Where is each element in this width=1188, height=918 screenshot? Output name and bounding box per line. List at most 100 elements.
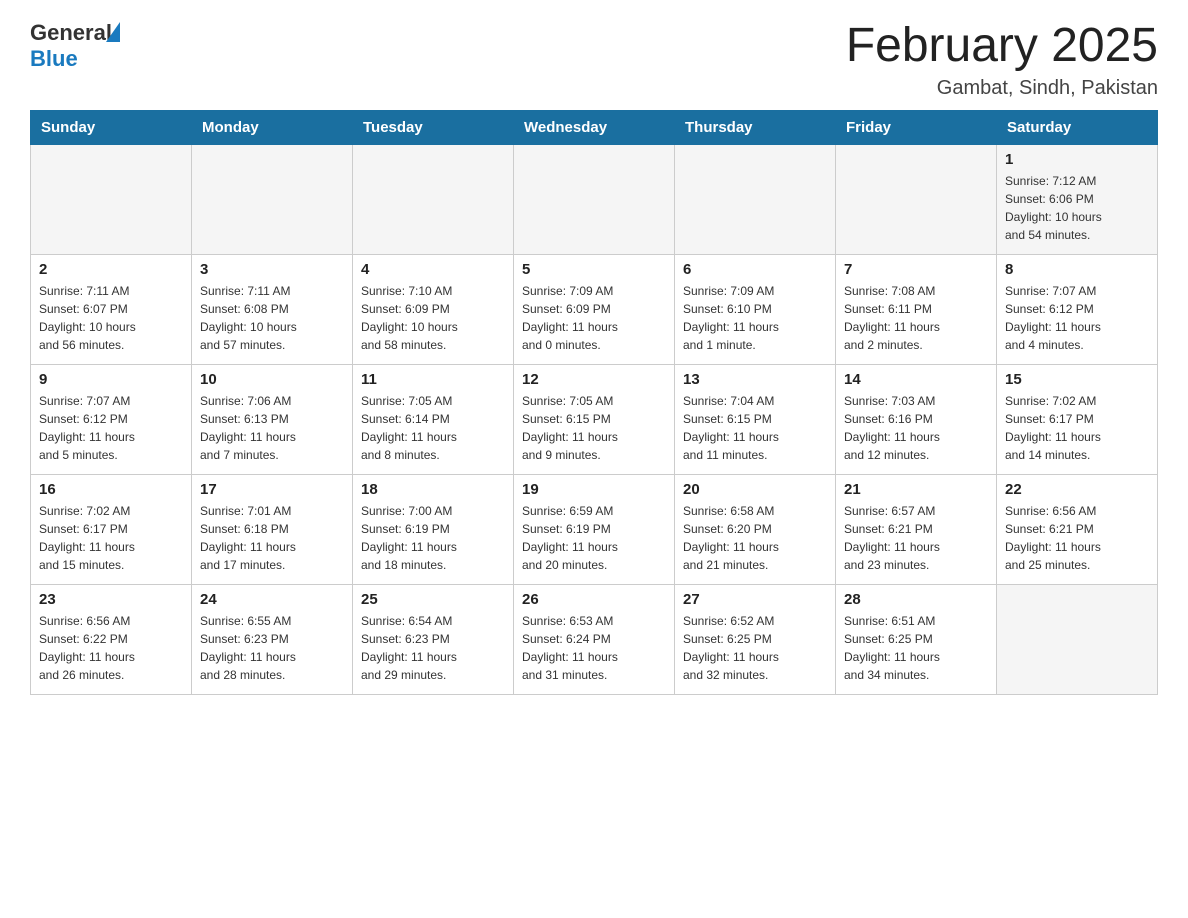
day-info: Sunrise: 7:09 AMSunset: 6:09 PMDaylight:…	[522, 282, 666, 354]
calendar-cell	[514, 144, 675, 254]
weekday-header-tuesday: Tuesday	[353, 110, 514, 144]
calendar-cell	[31, 144, 192, 254]
calendar-cell: 25 Sunrise: 6:54 AMSunset: 6:23 PMDayligh…	[353, 584, 514, 694]
calendar-cell: 21Sunrise: 6:57 AMSunset: 6:21 PMDayligh…	[836, 474, 997, 584]
day-number: 9	[39, 371, 183, 388]
calendar-cell	[675, 144, 836, 254]
day-number: 16	[39, 481, 183, 498]
calendar-cell: 1 Sunrise: 7:12 AMSunset: 6:06 PMDaylight…	[997, 144, 1158, 254]
day-info: Sunrise: 7:04 AMSunset: 6:15 PMDaylight:…	[683, 392, 827, 464]
day-info: Sunrise: 7:08 AMSunset: 6:11 PMDaylight:…	[844, 282, 988, 354]
day-info: Sunrise: 6:56 AMSunset: 6:22 PMDaylight:…	[39, 612, 183, 684]
calendar-cell: 4 Sunrise: 7:10 AMSunset: 6:09 PMDaylight…	[353, 254, 514, 364]
calendar-week-3: 9 Sunrise: 7:07 AMSunset: 6:12 PMDaylight…	[31, 364, 1158, 474]
day-number: 22	[1005, 481, 1149, 498]
day-number: 12	[522, 371, 666, 388]
day-info: Sunrise: 6:55 AMSunset: 6:23 PMDaylight:…	[200, 612, 344, 684]
calendar-cell: 6 Sunrise: 7:09 AMSunset: 6:10 PMDaylight…	[675, 254, 836, 364]
day-info: Sunrise: 7:10 AMSunset: 6:09 PMDaylight:…	[361, 282, 505, 354]
day-info: Sunrise: 7:07 AMSunset: 6:12 PMDaylight:…	[1005, 282, 1149, 354]
day-info: Sunrise: 7:03 AMSunset: 6:16 PMDaylight:…	[844, 392, 988, 464]
day-number: 2	[39, 261, 183, 278]
calendar-cell: 23 Sunrise: 6:56 AMSunset: 6:22 PMDayligh…	[31, 584, 192, 694]
day-info: Sunrise: 7:11 AMSunset: 6:07 PMDaylight:…	[39, 282, 183, 354]
day-number: 4	[361, 261, 505, 278]
calendar-cell: 7 Sunrise: 7:08 AMSunset: 6:11 PMDaylight…	[836, 254, 997, 364]
logo-general-text: General	[30, 20, 112, 46]
calendar-week-1: 1 Sunrise: 7:12 AMSunset: 6:06 PMDaylight…	[31, 144, 1158, 254]
day-number: 18	[361, 481, 505, 498]
weekday-header-wednesday: Wednesday	[514, 110, 675, 144]
calendar-cell	[192, 144, 353, 254]
day-info: Sunrise: 6:53 AMSunset: 6:24 PMDaylight:…	[522, 612, 666, 684]
calendar-cell: 22 Sunrise: 6:56 AMSunset: 6:21 PMDayligh…	[997, 474, 1158, 584]
calendar-week-4: 16Sunrise: 7:02 AMSunset: 6:17 PMDayligh…	[31, 474, 1158, 584]
day-number: 7	[844, 261, 988, 278]
calendar-cell: 8 Sunrise: 7:07 AMSunset: 6:12 PMDaylight…	[997, 254, 1158, 364]
weekday-header-monday: Monday	[192, 110, 353, 144]
day-number: 5	[522, 261, 666, 278]
day-number: 26	[522, 591, 666, 608]
title-block: February 2025 Gambat, Sindh, Pakistan	[846, 20, 1158, 100]
day-info: Sunrise: 7:05 AMSunset: 6:15 PMDaylight:…	[522, 392, 666, 464]
calendar-week-2: 2 Sunrise: 7:11 AMSunset: 6:07 PMDaylight…	[31, 254, 1158, 364]
day-number: 17	[200, 481, 344, 498]
calendar-cell	[997, 584, 1158, 694]
day-info: Sunrise: 6:54 AMSunset: 6:23 PMDaylight:…	[361, 612, 505, 684]
calendar-cell: 14 Sunrise: 7:03 AMSunset: 6:16 PMDayligh…	[836, 364, 997, 474]
logo-blue-text: Blue	[30, 46, 78, 72]
month-title: February 2025	[846, 20, 1158, 73]
day-number: 23	[39, 591, 183, 608]
calendar-cell: 15 Sunrise: 7:02 AMSunset: 6:17 PMDayligh…	[997, 364, 1158, 474]
weekday-header-thursday: Thursday	[675, 110, 836, 144]
calendar-cell: 18 Sunrise: 7:00 AMSunset: 6:19 PMDayligh…	[353, 474, 514, 584]
calendar-cell: 26 Sunrise: 6:53 AMSunset: 6:24 PMDayligh…	[514, 584, 675, 694]
logo: General Blue	[30, 20, 120, 72]
day-info: Sunrise: 6:59 AMSunset: 6:19 PMDaylight:…	[522, 502, 666, 574]
day-number: 24	[200, 591, 344, 608]
calendar-cell: 2 Sunrise: 7:11 AMSunset: 6:07 PMDaylight…	[31, 254, 192, 364]
calendar-cell	[353, 144, 514, 254]
day-info: Sunrise: 6:56 AMSunset: 6:21 PMDaylight:…	[1005, 502, 1149, 574]
calendar-cell	[836, 144, 997, 254]
calendar-cell: 27 Sunrise: 6:52 AMSunset: 6:25 PMDayligh…	[675, 584, 836, 694]
day-info: Sunrise: 7:02 AMSunset: 6:17 PMDaylight:…	[1005, 392, 1149, 464]
day-number: 14	[844, 371, 988, 388]
logo-triangle-icon	[106, 22, 120, 42]
day-info: Sunrise: 6:57 AMSunset: 6:21 PMDaylight:…	[844, 502, 988, 574]
day-number: 6	[683, 261, 827, 278]
calendar-cell: 10 Sunrise: 7:06 AMSunset: 6:13 PMDayligh…	[192, 364, 353, 474]
weekday-header-sunday: Sunday	[31, 110, 192, 144]
calendar-table: SundayMondayTuesdayWednesdayThursdayFrid…	[30, 110, 1158, 695]
day-info: Sunrise: 7:01 AMSunset: 6:18 PMDaylight:…	[200, 502, 344, 574]
day-number: 15	[1005, 371, 1149, 388]
calendar-cell: 20Sunrise: 6:58 AMSunset: 6:20 PMDayligh…	[675, 474, 836, 584]
calendar-cell: 16Sunrise: 7:02 AMSunset: 6:17 PMDayligh…	[31, 474, 192, 584]
day-info: Sunrise: 7:07 AMSunset: 6:12 PMDaylight:…	[39, 392, 183, 464]
day-number: 8	[1005, 261, 1149, 278]
day-info: Sunrise: 6:51 AMSunset: 6:25 PMDaylight:…	[844, 612, 988, 684]
day-info: Sunrise: 6:58 AMSunset: 6:20 PMDaylight:…	[683, 502, 827, 574]
day-number: 19	[522, 481, 666, 498]
calendar-cell: 5 Sunrise: 7:09 AMSunset: 6:09 PMDaylight…	[514, 254, 675, 364]
day-number: 27	[683, 591, 827, 608]
day-info: Sunrise: 7:12 AMSunset: 6:06 PMDaylight:…	[1005, 172, 1149, 244]
calendar-cell: 12 Sunrise: 7:05 AMSunset: 6:15 PMDayligh…	[514, 364, 675, 474]
weekday-header-saturday: Saturday	[997, 110, 1158, 144]
day-info: Sunrise: 7:09 AMSunset: 6:10 PMDaylight:…	[683, 282, 827, 354]
day-info: Sunrise: 7:00 AMSunset: 6:19 PMDaylight:…	[361, 502, 505, 574]
day-info: Sunrise: 7:06 AMSunset: 6:13 PMDaylight:…	[200, 392, 344, 464]
day-info: Sunrise: 6:52 AMSunset: 6:25 PMDaylight:…	[683, 612, 827, 684]
day-info: Sunrise: 7:11 AMSunset: 6:08 PMDaylight:…	[200, 282, 344, 354]
calendar-cell: 9 Sunrise: 7:07 AMSunset: 6:12 PMDaylight…	[31, 364, 192, 474]
day-number: 1	[1005, 151, 1149, 168]
day-number: 28	[844, 591, 988, 608]
day-number: 25	[361, 591, 505, 608]
calendar-week-5: 23 Sunrise: 6:56 AMSunset: 6:22 PMDayligh…	[31, 584, 1158, 694]
weekday-header-friday: Friday	[836, 110, 997, 144]
day-number: 10	[200, 371, 344, 388]
location-title: Gambat, Sindh, Pakistan	[846, 77, 1158, 100]
calendar-cell: 19 Sunrise: 6:59 AMSunset: 6:19 PMDayligh…	[514, 474, 675, 584]
calendar-cell: 28 Sunrise: 6:51 AMSunset: 6:25 PMDayligh…	[836, 584, 997, 694]
day-number: 3	[200, 261, 344, 278]
